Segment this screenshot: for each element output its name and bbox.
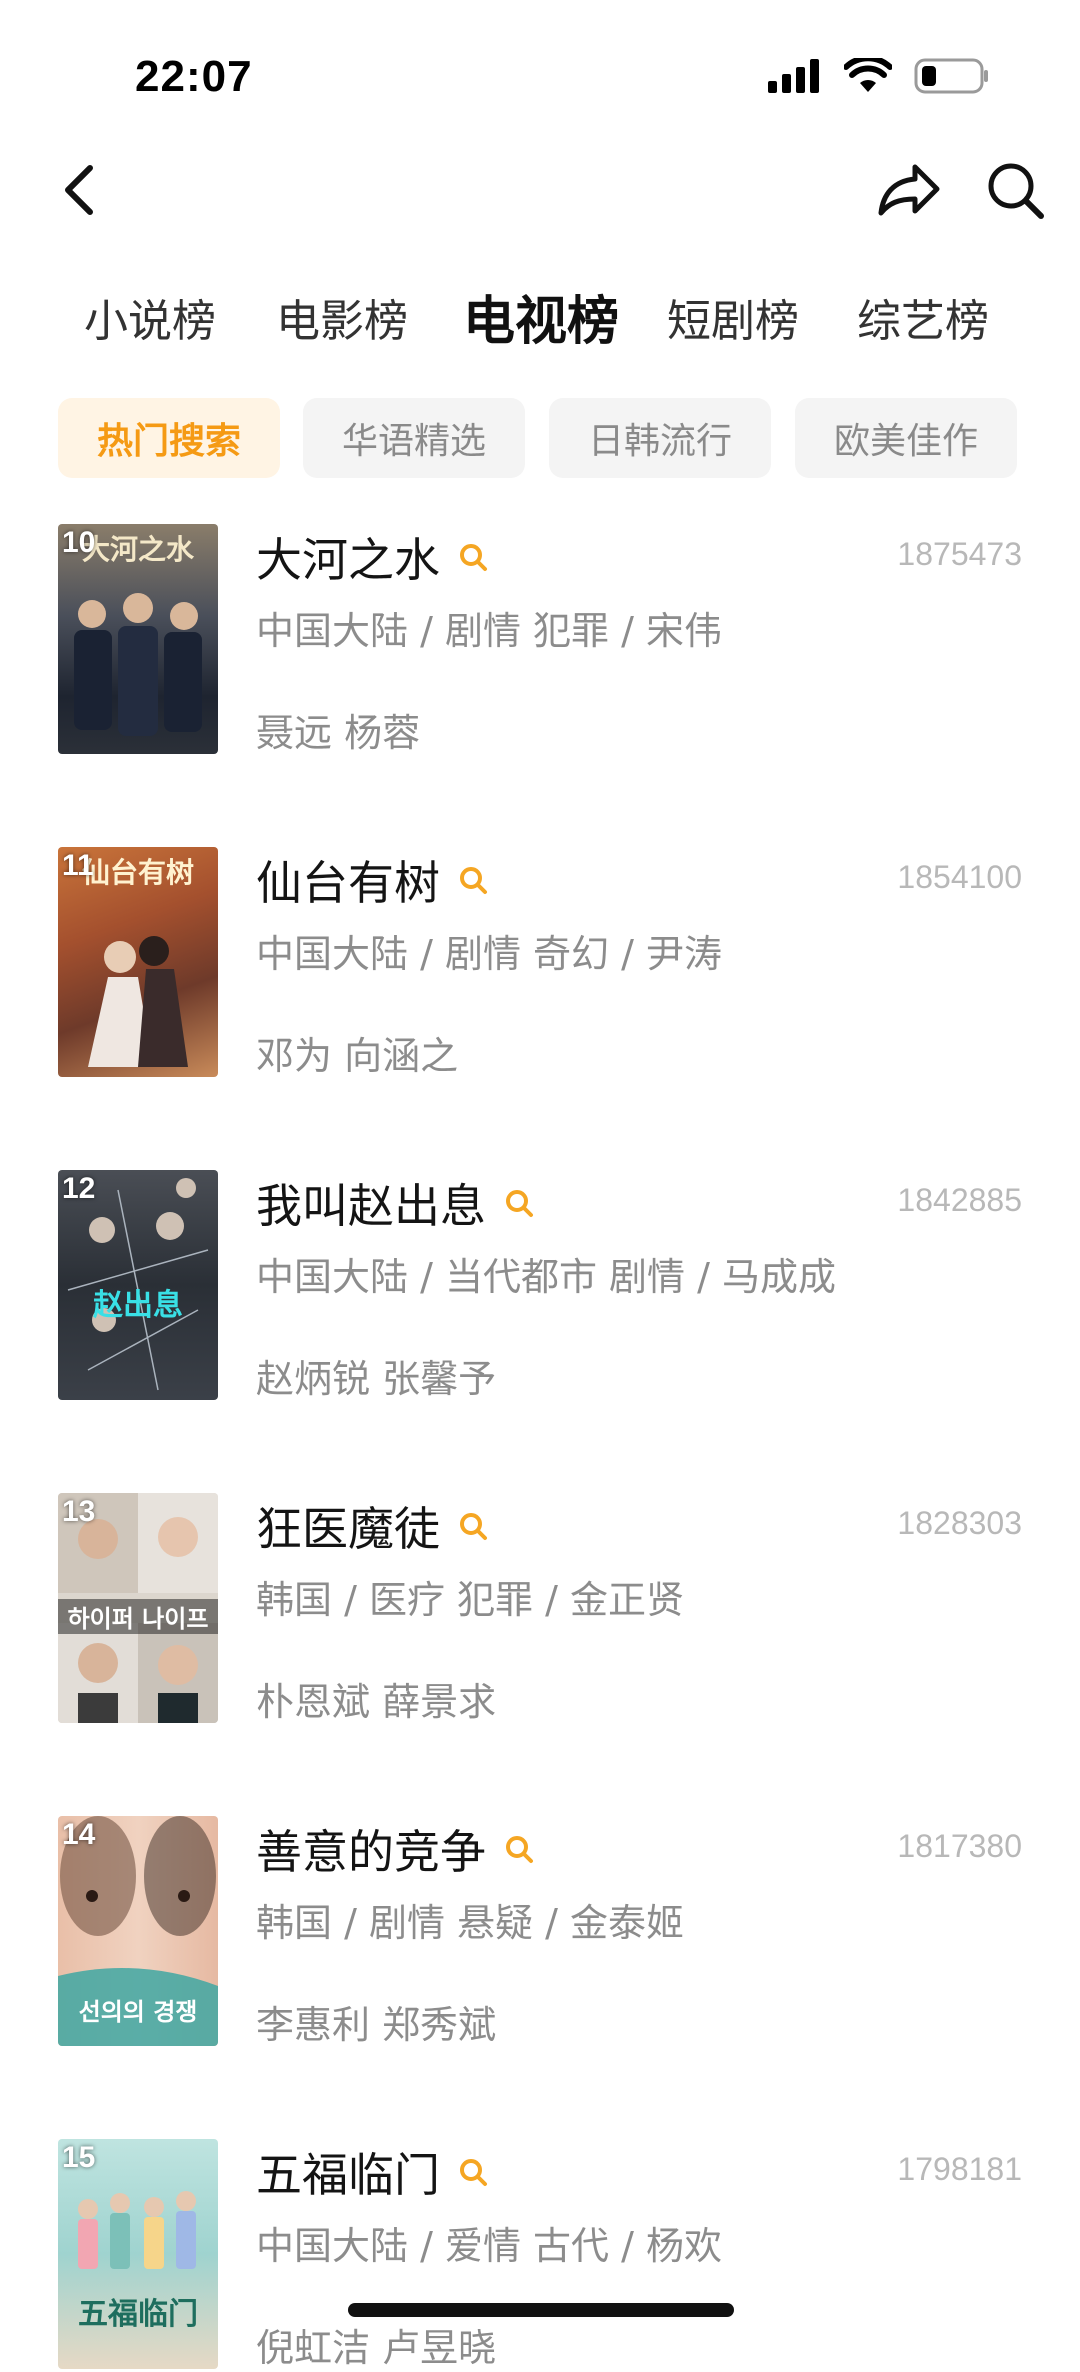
item-title-text: 我叫赵出息 bbox=[256, 1179, 486, 1233]
item-meta: 中国大陆 / 剧情 犯罪 / 宋伟 bbox=[256, 609, 723, 653]
poster-image[interactable]: 大河之水 10 bbox=[58, 524, 218, 754]
chevron-left-icon bbox=[65, 165, 93, 215]
tab-variety-chart[interactable]: 综艺榜 bbox=[857, 285, 989, 349]
item-title[interactable]: 大河之水 bbox=[256, 524, 488, 590]
share-button[interactable] bbox=[870, 150, 950, 230]
poster-caption: 하이퍼 나이프 bbox=[58, 1599, 218, 1634]
item-cast: 李惠利 郑秀斌 bbox=[256, 2003, 497, 2047]
item-title-text: 狂医魔徒 bbox=[256, 1502, 440, 1556]
search-icon bbox=[460, 544, 487, 571]
item-meta: 韩国 / 剧情 悬疑 / 金泰姬 bbox=[256, 1901, 685, 1945]
rank-badge: 15 bbox=[62, 2141, 96, 2174]
cellular-signal-icon bbox=[768, 59, 819, 93]
share-arrow-icon bbox=[878, 164, 940, 216]
item-score: 1854100 bbox=[897, 859, 1022, 895]
tab-short-drama-chart[interactable]: 短剧榜 bbox=[667, 285, 799, 349]
poster-image[interactable]: 赵出息 12 bbox=[58, 1170, 218, 1400]
rank-badge: 10 bbox=[62, 526, 96, 559]
sub-tabs: 热门搜索 华语精选 日韩流行 欧美佳作 bbox=[0, 398, 1080, 480]
list-item[interactable]: 仙台有树 11 仙台有树 1854100 中国大陆 / 剧情 奇幻 / 尹涛 邓… bbox=[0, 847, 1080, 1078]
item-title-text: 大河之水 bbox=[256, 533, 440, 587]
subtab-chinese[interactable]: 华语精选 bbox=[303, 398, 525, 478]
subtab-hot-search[interactable]: 热门搜索 bbox=[58, 398, 280, 478]
poster-caption: 赵出息 bbox=[93, 1288, 183, 1323]
poster-caption: 五福临门 bbox=[78, 2297, 198, 2332]
item-title[interactable]: 狂医魔徒 bbox=[256, 1493, 488, 1559]
item-title[interactable]: 五福临门 bbox=[256, 2139, 488, 2205]
search-button[interactable] bbox=[970, 150, 1060, 230]
item-title-text: 仙台有树 bbox=[256, 856, 440, 910]
list-item[interactable]: 赵出息 12 我叫赵出息 1842885 中国大陆 / 当代都市 剧情 / 马成… bbox=[0, 1170, 1080, 1401]
back-button[interactable] bbox=[40, 150, 120, 230]
wifi-icon bbox=[844, 58, 892, 92]
header bbox=[0, 140, 1080, 260]
search-icon bbox=[460, 1513, 487, 1540]
poster-image[interactable]: 五福临门 15 bbox=[58, 2139, 218, 2369]
tab-novel-chart[interactable]: 小说榜 bbox=[84, 285, 216, 349]
search-icon bbox=[988, 163, 1044, 219]
tab-tv-chart[interactable]: 电视榜 bbox=[463, 279, 619, 354]
subtab-japan-korea[interactable]: 日韩流行 bbox=[549, 398, 771, 478]
item-score: 1798181 bbox=[897, 2151, 1022, 2187]
item-meta: 中国大陆 / 剧情 奇幻 / 尹涛 bbox=[256, 932, 723, 976]
rank-badge: 13 bbox=[62, 1495, 96, 1528]
item-title[interactable]: 仙台有树 bbox=[256, 847, 488, 913]
item-meta: 韩国 / 医疗 犯罪 / 金正贤 bbox=[256, 1578, 685, 1622]
status-icons bbox=[768, 58, 990, 94]
list-item[interactable]: 선의의 경쟁 14 善意的竞争 1817380 韩国 / 剧情 悬疑 / 金泰姬… bbox=[0, 1816, 1080, 2047]
rank-badge: 12 bbox=[62, 1172, 96, 1205]
item-cast: 倪虹洁 卢昱晓 bbox=[256, 2326, 497, 2370]
item-title-text: 善意的竞争 bbox=[256, 1825, 486, 1879]
item-cast: 邓为 向涵之 bbox=[256, 1034, 459, 1078]
status-time: 22:07 bbox=[135, 52, 253, 101]
poster-image[interactable]: 선의의 경쟁 14 bbox=[58, 1816, 218, 2046]
subtab-western[interactable]: 欧美佳作 bbox=[795, 398, 1017, 478]
home-indicator[interactable] bbox=[348, 2303, 734, 2317]
list-item[interactable]: 하이퍼 나이프 13 狂医魔徒 1828303 韩国 / 医疗 犯罪 / 金正贤… bbox=[0, 1493, 1080, 1724]
item-cast: 赵炳锐 张馨予 bbox=[256, 1357, 497, 1401]
search-icon bbox=[506, 1190, 533, 1217]
poster-caption: 선의의 경쟁 bbox=[78, 1998, 198, 2026]
item-meta: 中国大陆 / 爱情 古代 / 杨欢 bbox=[256, 2224, 723, 2268]
item-title[interactable]: 善意的竞争 bbox=[256, 1816, 534, 1882]
item-cast: 聂远 杨蓉 bbox=[256, 711, 421, 755]
list-item[interactable]: 大河之水 10 大河之水 1875473 中国大陆 / 剧情 犯罪 / 宋伟 聂… bbox=[0, 524, 1080, 755]
status-bar: 22:07 bbox=[0, 0, 1080, 140]
search-icon bbox=[506, 1836, 533, 1863]
item-score: 1828303 bbox=[897, 1505, 1022, 1541]
battery-icon bbox=[914, 58, 988, 94]
rank-badge: 14 bbox=[62, 1818, 96, 1851]
poster-image[interactable]: 하이퍼 나이프 13 bbox=[58, 1493, 218, 1723]
item-title[interactable]: 我叫赵出息 bbox=[256, 1170, 534, 1236]
poster-image[interactable]: 仙台有树 11 bbox=[58, 847, 218, 1077]
item-cast: 朴恩斌 薛景求 bbox=[256, 1680, 497, 1724]
tab-movie-chart[interactable]: 电影榜 bbox=[276, 285, 408, 349]
category-tabs: 小说榜 电影榜 电视榜 短剧榜 综艺榜 bbox=[0, 285, 1080, 375]
search-icon bbox=[460, 867, 487, 894]
item-score: 1842885 bbox=[897, 1182, 1022, 1218]
item-score: 1875473 bbox=[897, 536, 1022, 572]
search-icon bbox=[460, 2159, 487, 2186]
item-score: 1817380 bbox=[897, 1828, 1022, 1864]
item-meta: 中国大陆 / 当代都市 剧情 / 马成成 bbox=[256, 1255, 837, 1299]
rank-badge: 11 bbox=[62, 849, 94, 882]
list-item[interactable]: 五福临门 15 五福临门 1798181 中国大陆 / 爱情 古代 / 杨欢 倪… bbox=[0, 2139, 1080, 2370]
item-title-text: 五福临门 bbox=[256, 2148, 440, 2202]
